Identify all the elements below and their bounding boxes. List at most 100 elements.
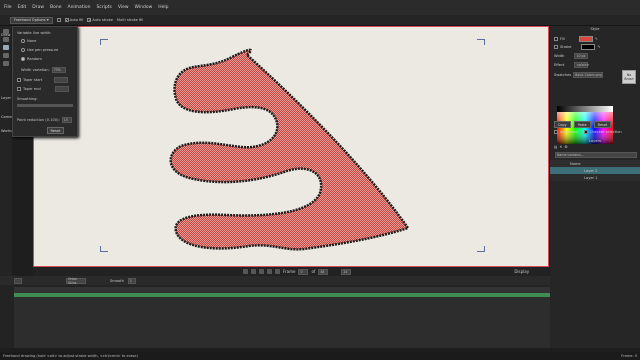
- blank-toggle[interactable]: [56, 18, 61, 22]
- point-reduction-field[interactable]: 15: [61, 117, 72, 123]
- point-reduction-row: Point reduction (0-100): 15: [17, 117, 72, 123]
- auto-stroke-toggle[interactable]: ✓ Auto stroke: [87, 18, 113, 22]
- menu-help[interactable]: Help: [158, 5, 168, 10]
- freehand-tool-icon[interactable]: [3, 45, 9, 50]
- option-use-pen-pressure[interactable]: Use pen pressure: [21, 48, 58, 52]
- popup-reset-button[interactable]: Reset: [47, 127, 64, 134]
- menu-bone[interactable]: Bone: [50, 5, 61, 10]
- playback-bar: Frame 0 of 48 24 Display: [33, 267, 549, 276]
- transform-tool-icon[interactable]: [3, 37, 9, 42]
- canvas-area[interactable]: [33, 26, 549, 267]
- settings-icon[interactable]: ⚙: [564, 145, 567, 149]
- style-buttons-row: Copy Paste Reset: [554, 121, 612, 128]
- menu-window[interactable]: Window: [135, 5, 153, 10]
- width-variation-field[interactable]: 75%: [51, 67, 66, 73]
- popup-title: Variable line width:: [17, 31, 52, 35]
- onion-skins-dropdown[interactable]: Onion Skins: [66, 277, 86, 285]
- option-none[interactable]: None: [21, 39, 36, 43]
- menu-view[interactable]: View: [118, 5, 129, 10]
- fill-row[interactable]: Fill ✎: [554, 36, 598, 42]
- status-bar: Freehand drawing (hold <alt> to adjust s…: [0, 352, 640, 360]
- swatches-dropdown[interactable]: Basic Colors.png: [573, 72, 604, 78]
- shape-tool-icon[interactable]: [3, 53, 9, 58]
- swatches-label: Swatches: [554, 73, 572, 77]
- checkbox-icon: [17, 78, 21, 82]
- effect-label: Effect: [554, 63, 565, 67]
- width-field[interactable]: 10 px: [574, 53, 589, 59]
- prev-frame-icon[interactable]: [251, 269, 256, 274]
- auto-fill-toggle[interactable]: ✓ Auto fill: [64, 18, 84, 22]
- taper-end-field[interactable]: [54, 86, 69, 92]
- menu-bar: File Edit Draw Bone Animation Scripts Vi…: [0, 0, 640, 15]
- interpolation-dropdown[interactable]: Smooth: [110, 279, 124, 283]
- layer-row-1[interactable]: Layer 1: [550, 174, 640, 181]
- option-none-label: None: [27, 39, 37, 43]
- new-layer-icon[interactable]: ▤: [554, 145, 557, 149]
- multi-stroke-fill-label: Multi stroke fill: [116, 18, 144, 22]
- tool-options-bar: Freehand Options ▾ ✓ Auto fill ✓ Auto stro…: [0, 15, 640, 26]
- taper-start-field[interactable]: [54, 77, 69, 83]
- option-pen-pressure-label: Use pen pressure: [27, 48, 59, 52]
- advanced-row[interactable]: Advanced Checker selection: [554, 130, 622, 134]
- right-panel: Style Fill ✎ Stroke ✎ Width 10 px Effect <pl…: [550, 26, 640, 348]
- play-icon[interactable]: [259, 269, 264, 274]
- auto-fill-label: Auto fill: [69, 18, 84, 22]
- menu-scripts[interactable]: Scripts: [96, 5, 111, 10]
- swatches-row: Swatches Basic Colors.png: [554, 72, 604, 78]
- menu-animation[interactable]: Animation: [67, 5, 90, 10]
- timeline-toolbar: Onion Skins Smooth 1: [0, 276, 550, 285]
- paste-style-button[interactable]: Paste: [573, 121, 591, 128]
- display-dropdown[interactable]: Display: [514, 269, 529, 274]
- layer-search-input[interactable]: Name contains...: [555, 152, 637, 158]
- stroke-label: Stroke: [560, 45, 572, 49]
- radio-icon: [21, 39, 25, 43]
- eyedropper-icon[interactable]: ✎: [597, 45, 600, 49]
- ease-field[interactable]: 1: [127, 277, 136, 284]
- frame-label: Frame: [283, 269, 296, 274]
- checkbox-checked-icon: ✓: [64, 18, 69, 22]
- menu-draw[interactable]: Draw: [32, 5, 44, 10]
- drawn-shape[interactable]: [34, 27, 550, 268]
- smoothing-slider[interactable]: [17, 104, 73, 107]
- copy-style-button[interactable]: Copy: [554, 121, 571, 128]
- menu-edit[interactable]: Edit: [18, 5, 27, 10]
- next-frame-icon[interactable]: [267, 269, 272, 274]
- menu-file[interactable]: File: [4, 5, 12, 10]
- style-panel-title: Style: [590, 27, 600, 31]
- pen-tool-icon[interactable]: [3, 61, 9, 66]
- tools-panel: [0, 26, 12, 276]
- layer-name: Layer 2: [584, 168, 598, 173]
- freehand-options-button[interactable]: Freehand Options ▾: [10, 16, 53, 24]
- no-brush-button[interactable]: No Brush: [622, 70, 636, 84]
- checkbox-checked-icon[interactable]: [583, 130, 588, 134]
- radio-selected-icon: [21, 57, 25, 61]
- taper-end-label: Taper end: [23, 87, 41, 91]
- taper-end-row[interactable]: Taper end: [17, 86, 69, 92]
- end-icon[interactable]: [275, 269, 280, 274]
- reset-style-button[interactable]: Reset: [593, 121, 612, 128]
- rewind-icon[interactable]: [243, 269, 248, 274]
- stroke-color-swatch[interactable]: [581, 44, 596, 50]
- fill-color-swatch[interactable]: [578, 36, 593, 42]
- frame-total-field[interactable]: 48: [318, 268, 329, 275]
- layer-row-2[interactable]: Layer 2: [550, 167, 640, 174]
- eyedropper-icon[interactable]: ✎: [595, 37, 598, 41]
- advanced-label: Advanced: [560, 130, 578, 134]
- stroke-row[interactable]: Stroke ✎: [554, 44, 600, 50]
- checkbox-icon: [554, 130, 558, 134]
- status-message: Freehand drawing (hold <alt> to adjust s…: [3, 354, 138, 358]
- checkbox-checked-icon: ✓: [87, 18, 92, 22]
- layers-header: Name: [550, 160, 640, 167]
- timeline-mode-field[interactable]: [14, 277, 22, 284]
- taper-start-row[interactable]: Taper start: [17, 77, 69, 83]
- frame-field[interactable]: 0: [298, 268, 309, 275]
- fps-field[interactable]: 24: [341, 268, 352, 275]
- shape-path[interactable]: [169, 48, 411, 251]
- left-label-draw: Draw: [1, 33, 11, 37]
- multi-stroke-fill-toggle[interactable]: Multi stroke fill: [117, 18, 143, 22]
- delete-layer-icon[interactable]: ✕: [559, 145, 562, 149]
- option-random[interactable]: Random: [21, 57, 42, 61]
- effect-dropdown[interactable]: <plain>: [574, 62, 589, 68]
- checkbox-checked-icon: [554, 37, 558, 41]
- timeline-tracks[interactable]: [14, 297, 550, 348]
